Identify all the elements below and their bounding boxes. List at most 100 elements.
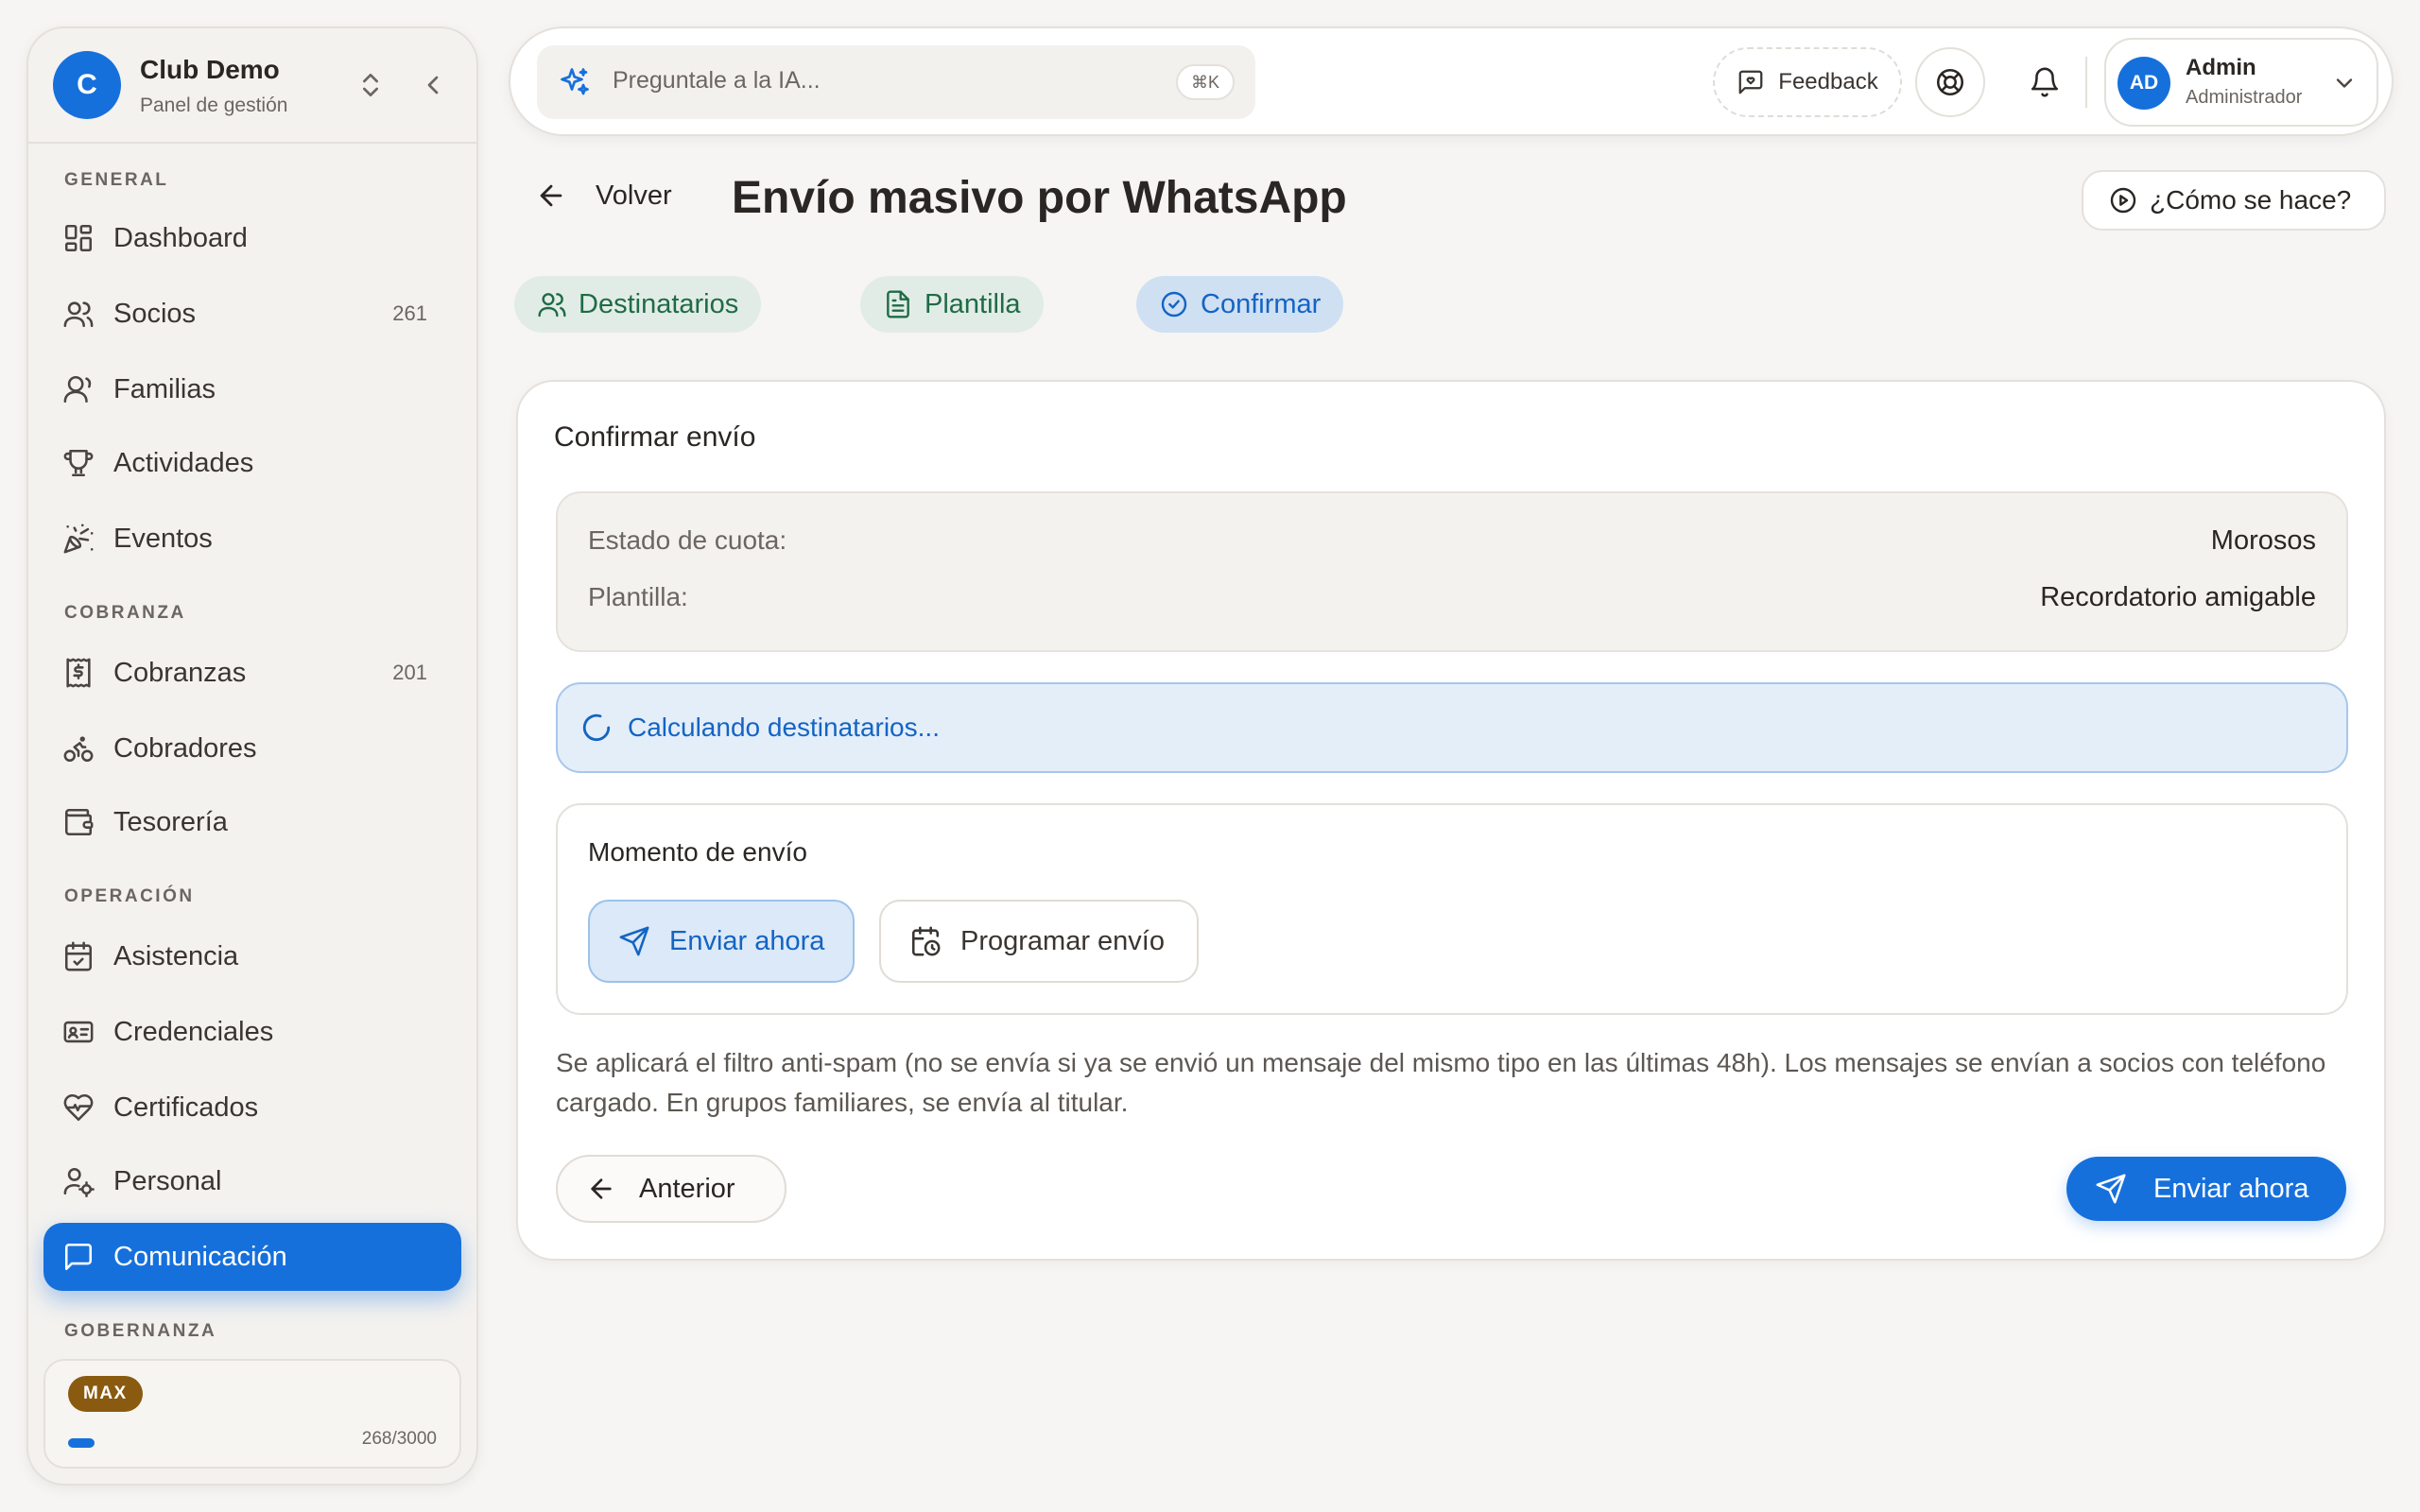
option-label: Programar envío (960, 925, 1165, 956)
summary-value: Morosos (2210, 525, 2316, 556)
sidebar-item-label: Cobradores (113, 732, 257, 764)
arrow-left-icon (591, 1178, 612, 1199)
sidebar-item-eventos[interactable]: Eventos (43, 505, 461, 573)
step-confirmar[interactable]: Confirmar (1136, 276, 1344, 333)
sidebar-item-credenciales[interactable]: Credenciales (43, 998, 461, 1066)
send-icon (2096, 1174, 2126, 1204)
sidebar-item-cobranzas[interactable]: Cobranzas 201 (43, 639, 461, 707)
step-label: Destinatarios (579, 288, 739, 319)
loader-icon (582, 713, 611, 742)
notifications-button[interactable] (2010, 47, 2080, 117)
sidebar-item-label: Familias (113, 373, 216, 404)
section-operacion: OPERACIÓN (64, 886, 195, 906)
topbar: Preguntale a la IA... ⌘K Feedback AD Adm… (509, 26, 2394, 136)
schedule-option[interactable]: Programar envío (879, 900, 1199, 983)
step-plantilla[interactable]: Plantilla (860, 276, 1044, 333)
user-role: Administrador (2186, 87, 2303, 108)
collapse-sidebar-icon[interactable] (418, 70, 448, 100)
users-icon (62, 298, 95, 330)
previous-label: Anterior (639, 1173, 735, 1204)
count-badge: 201 (392, 661, 427, 684)
user-name: Admin (2186, 55, 2256, 80)
send-now-option[interactable]: Enviar ahora (588, 900, 855, 983)
card-title: Confirmar envío (554, 421, 756, 453)
shortcut-hint: ⌘K (1175, 64, 1235, 100)
plan-usage-count: 268/3000 (361, 1429, 437, 1449)
sidebar-item-tesoreria[interactable]: Tesorería (43, 788, 461, 856)
sidebar-item-label: Certificados (113, 1091, 259, 1123)
sidebar-item-certificados[interactable]: Certificados (43, 1074, 461, 1142)
back-button[interactable]: Volver (535, 180, 672, 212)
feedback-label: Feedback (1778, 69, 1878, 94)
step-label: Plantilla (925, 288, 1021, 319)
sidebar-item-label: Dashboard (113, 222, 248, 253)
back-label: Volver (596, 180, 672, 211)
ai-search-placeholder: Preguntale a la IA... (613, 67, 821, 94)
send-label: Enviar ahora (2153, 1173, 2309, 1204)
sidebar-item-comunicacion[interactable]: Comunicación (43, 1223, 461, 1291)
send-icon (619, 926, 649, 956)
file-text-icon (887, 290, 909, 318)
ai-search-input[interactable]: Preguntale a la IA... ⌘K (537, 45, 1255, 119)
feedback-button[interactable]: Feedback (1713, 47, 1902, 117)
confirm-card: Confirmar envío Estado de cuota: Morosos… (516, 380, 2386, 1261)
send-moment-box: Momento de envío Enviar ahora Programar … (556, 803, 2348, 1015)
section-gobernanza: GOBERNANZA (64, 1321, 217, 1341)
club-switcher[interactable]: C Club Demo Panel de gestión (28, 28, 476, 144)
step-destinatarios[interactable]: Destinatarios (514, 276, 762, 333)
arrow-left-icon (540, 184, 562, 207)
user-menu[interactable]: AD Admin Administrador (2104, 38, 2378, 127)
section-general: GENERAL (64, 170, 169, 190)
count-badge: 261 (392, 301, 427, 325)
user-cog-icon (62, 1165, 95, 1197)
heart-pulse-icon (62, 1091, 95, 1124)
sidebar-item-label: Socios (113, 298, 197, 329)
howto-button[interactable]: ¿Cómo se hace? (2082, 170, 2386, 231)
help-button[interactable] (1915, 47, 1985, 117)
sidebar-item-familias[interactable]: Familias (43, 355, 461, 423)
sidebar-item-label: Credenciales (113, 1016, 274, 1047)
sidebar-item-socios[interactable]: Socios 261 (43, 280, 461, 348)
sidebar-item-actividades[interactable]: Actividades (43, 429, 461, 497)
sidebar-item-dashboard[interactable]: Dashboard (43, 204, 461, 272)
bike-icon (62, 732, 95, 765)
message-square-icon (62, 1241, 95, 1273)
message-heart-icon (1738, 70, 1763, 94)
sidebar-item-asistencia[interactable]: Asistencia (43, 922, 461, 990)
club-subtitle: Panel de gestión (140, 94, 288, 116)
chevron-down-icon (2331, 70, 2358, 96)
sidebar-item-personal[interactable]: Personal (43, 1147, 461, 1215)
calculating-banner: Calculando destinatarios... (556, 682, 2348, 773)
sidebar-item-label: Comunicación (113, 1241, 287, 1272)
plan-usage-bar (68, 1438, 95, 1448)
send-moment-title: Momento de envío (588, 837, 807, 867)
receipt-icon (62, 657, 95, 689)
summary-label: Plantilla: (588, 582, 688, 611)
check-circle-icon (1161, 291, 1187, 318)
id-card-icon (62, 1016, 95, 1048)
club-name: Club Demo (140, 55, 280, 84)
divider (2085, 57, 2087, 108)
dashboard-icon (62, 222, 95, 254)
party-popper-icon (62, 523, 95, 555)
chevrons-up-down-icon[interactable] (355, 70, 386, 100)
bell-icon (2031, 67, 2059, 97)
sidebar-item-label: Eventos (113, 523, 213, 554)
family-icon (62, 373, 95, 405)
summary-box: Estado de cuota: Morosos Plantilla: Reco… (556, 491, 2348, 652)
calculating-text: Calculando destinatarios... (628, 713, 940, 742)
avatar: AD (2118, 57, 2170, 110)
howto-label: ¿Cómo se hace? (2150, 185, 2352, 215)
summary-label: Estado de cuota: (588, 525, 787, 555)
sidebar-item-cobradores[interactable]: Cobradores (43, 714, 461, 782)
sidebar-item-label: Cobranzas (113, 657, 247, 688)
send-now-button[interactable]: Enviar ahora (2066, 1157, 2346, 1221)
page-title: Envío masivo por WhatsApp (732, 173, 1347, 223)
sidebar: C Club Demo Panel de gestión GENERAL Das… (26, 26, 478, 1486)
previous-button[interactable]: Anterior (556, 1155, 786, 1223)
calendar-check-icon (62, 940, 95, 972)
club-avatar: C (53, 51, 121, 119)
plan-usage-card[interactable]: MAX 268/3000 (43, 1359, 461, 1469)
sidebar-item-label: Asistencia (113, 940, 239, 971)
play-circle-icon (2110, 187, 2136, 214)
